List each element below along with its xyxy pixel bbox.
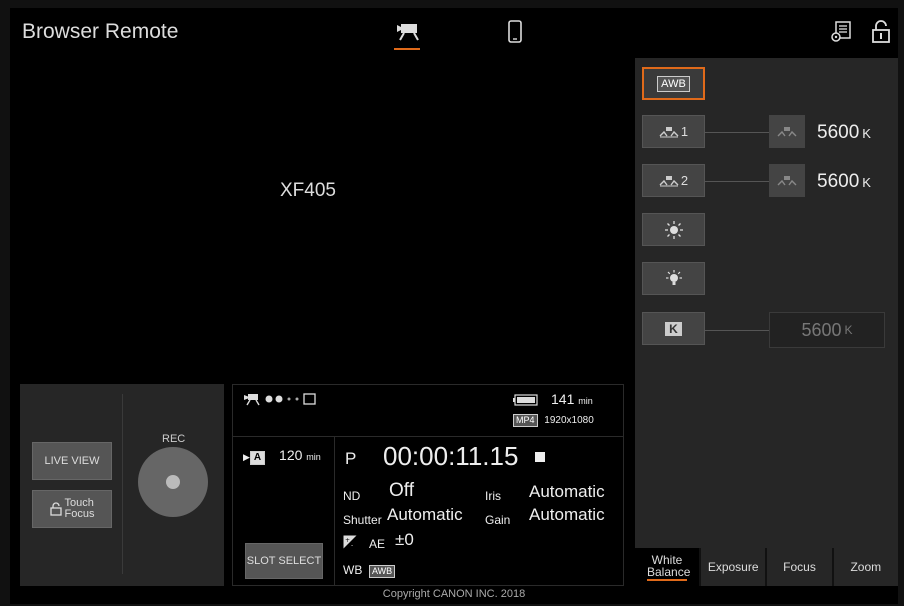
shutter-label: Shutter [343,513,382,527]
browser-remote-window: Browser Remote XF405 AWB 1 5600 K 2 5600… [10,8,898,604]
stop-icon [535,452,545,462]
connector-line [705,132,769,133]
shutter-value: Automatic [387,505,463,524]
remote-settings-button[interactable] [827,18,855,46]
header: Browser Remote [10,8,898,54]
slot-time-unit: min [306,452,321,462]
sun-icon [664,220,683,239]
kelvin-wb-button[interactable]: K [642,312,705,345]
kelvin-value-field[interactable]: 5600 K [769,312,885,348]
camera-signal-icon [244,393,316,406]
tab-exposure-label: Exposure [707,560,759,574]
ae-label: AE [369,537,386,551]
battery-icon [513,394,538,406]
tab-white-balance-label: White Balance [647,552,691,581]
live-view-button[interactable]: LIVE VIEW [32,442,112,480]
recording-controls-panel: LIVE VIEW Touch Focus REC [20,384,224,586]
tab-focus-label: Focus [783,560,816,574]
wb-set-icon [777,126,797,136]
app-title: Browser Remote [22,20,179,43]
connector-line [705,330,769,331]
remote-settings-icon [831,21,851,42]
slot-badge: A [249,451,266,465]
wb-set1-temperature: 5600 K [817,122,871,144]
tab-exposure[interactable]: Exposure [701,548,766,586]
svg-text:+: + [345,537,350,544]
control-tabs: White Balance Exposure Focus Zoom [635,548,898,586]
status-divider [233,436,623,437]
wb-set2-temperature: 5600 K [817,171,871,193]
phone-mode-button[interactable] [498,16,532,48]
record-dot-icon [166,475,180,489]
slot-play-icon: ▶ [243,452,250,462]
recording-format: MP4 1920x1080 [513,414,594,427]
mp4-badge: MP4 [513,414,538,427]
wb-set-icon [659,175,679,186]
tab-white-balance[interactable]: White Balance [635,548,699,586]
shooting-mode: P [345,449,357,468]
wb-set1-capture-button[interactable] [769,115,805,148]
kelvin-value: 5600 [801,319,842,340]
wb-status: AWB [369,561,396,579]
record-button[interactable] [138,447,208,517]
smartphone-icon [508,20,522,43]
wb-set-icon [659,126,679,137]
kelvin-unit: K [844,323,853,337]
connector-line [705,181,769,182]
kelvin-unit: K [862,175,871,190]
wb-set1-label: 1 [680,124,689,139]
svg-text:-: - [351,542,353,549]
touch-focus-label-2: Focus [64,508,95,520]
iris-value: Automatic [529,482,605,501]
remaining-time-value: 141 [551,391,575,407]
awb-icon: AWB [369,565,396,578]
awb-button[interactable]: AWB [642,67,705,100]
video-camera-icon [397,24,419,41]
wb-set2-temp-value: 5600 [817,171,860,192]
daylight-wb-button[interactable] [642,213,705,246]
wb-set1-temp-value: 5600 [817,122,860,143]
tab-zoom[interactable]: Zoom [833,548,898,586]
touch-focus-button[interactable]: Touch Focus [32,490,112,528]
status-divider [334,437,335,585]
wb-set-icon [777,175,797,185]
tab-zoom-label: Zoom [850,560,882,574]
iris-label: Iris [485,489,501,503]
slot-status: ▶ A 120 min [243,447,321,465]
kelvin-icon: K [665,321,682,336]
awb-icon: AWB [657,75,690,92]
rec-label: REC [162,433,186,445]
ae-value: ±0 [395,530,414,549]
gain-value: Automatic [529,505,605,524]
wb-set2-button[interactable]: 2 [642,164,705,197]
exposure-compensation-icon: + - [343,535,357,549]
remaining-time: 141 min [551,391,593,407]
tungsten-wb-button[interactable] [642,262,705,295]
white-balance-panel: AWB 1 5600 K 2 5600 K K 5600 K [635,58,898,586]
resolution-value: 1920x1080 [544,415,594,426]
wb-set2-label: 2 [680,173,689,188]
gain-label: Gain [485,513,511,527]
panel-divider [122,394,123,574]
timecode: 00:00:11.15 [383,441,519,471]
slot-time-value: 120 [279,447,303,463]
remaining-time-unit: min [578,396,593,406]
wb-set2-capture-button[interactable] [769,164,805,197]
wb-label: WB [343,563,363,577]
tab-focus[interactable]: Focus [767,548,832,586]
camera-model-name: XF405 [280,180,336,201]
copyright: Copyright CANON INC. 2018 [382,588,526,600]
kelvin-unit: K [862,126,871,141]
wb-set1-button[interactable]: 1 [642,115,705,148]
lock-icon [49,502,62,516]
camera-status-panel: 141 min MP4 1920x1080 ▶ A 120 min P 00:00… [232,384,624,586]
camera-mode-button[interactable] [390,16,424,50]
lock-icon [872,20,890,43]
nd-value: Off [389,480,414,501]
slot-select-button[interactable]: SLOT SELECT [245,543,323,579]
light-bulb-icon [665,269,682,285]
lock-button[interactable] [867,18,895,46]
nd-label: ND [343,489,361,503]
